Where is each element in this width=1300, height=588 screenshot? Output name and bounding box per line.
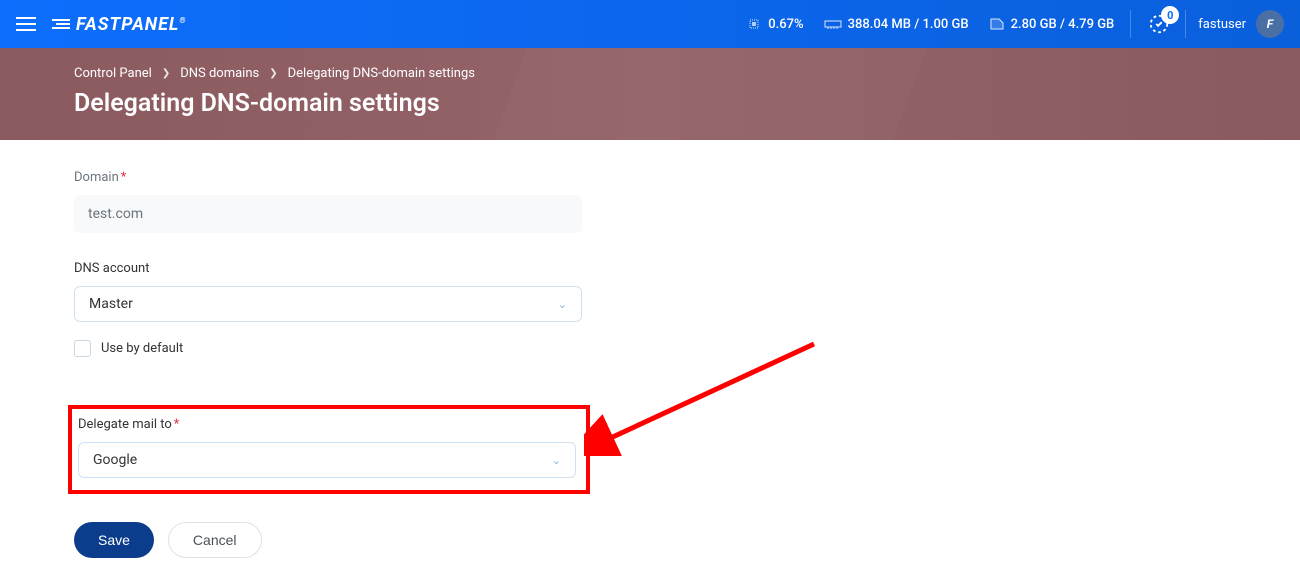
breadcrumb-control-panel[interactable]: Control Panel	[74, 66, 152, 81]
form-container: Domain* test.com DNS account Master ⌄ Us…	[0, 140, 660, 588]
menu-toggle-icon[interactable]	[16, 13, 36, 35]
cpu-stat[interactable]: 0.67%	[746, 16, 803, 32]
system-stats: 0.67% 388.04 MB / 1.00 GB 2.80 GB / 4.79…	[746, 16, 1114, 32]
disk-icon	[989, 17, 1005, 31]
dns-account-value: Master	[89, 296, 133, 312]
cpu-value: 0.67%	[768, 17, 803, 32]
top-bar: FASTPANEL® 0.67% 388.04 MB / 1.00 GB 2.8…	[0, 0, 1300, 48]
logo-icon	[52, 18, 70, 30]
logo[interactable]: FASTPANEL®	[52, 14, 187, 35]
logo-text: FASTPANEL®	[76, 14, 187, 35]
disk-value: 2.80 GB / 4.79 GB	[1011, 17, 1115, 32]
delegate-mail-select[interactable]: Google ⌄	[78, 442, 576, 478]
user-menu[interactable]: fastuser F	[1185, 10, 1284, 38]
page-header: Control Panel ❯ DNS domains ❯ Delegating…	[0, 48, 1300, 140]
chevron-down-icon: ⌄	[558, 298, 567, 311]
notifications-button[interactable]: 0	[1130, 10, 1173, 38]
save-button[interactable]: Save	[74, 522, 154, 558]
cpu-icon	[746, 16, 762, 32]
memory-icon	[824, 18, 842, 30]
delegate-mail-highlight: Delegate mail to* Google ⌄	[68, 405, 590, 494]
dns-account-select[interactable]: Master ⌄	[74, 286, 582, 322]
chevron-right-icon: ❯	[162, 68, 170, 79]
memory-stat[interactable]: 388.04 MB / 1.00 GB	[824, 17, 969, 32]
page-title: Delegating DNS-domain settings	[74, 89, 1226, 118]
delegate-mail-value: Google	[93, 452, 137, 468]
notif-badge: 0	[1161, 6, 1179, 24]
memory-value: 388.04 MB / 1.00 GB	[848, 17, 969, 32]
breadcrumb-current: Delegating DNS-domain settings	[288, 66, 475, 81]
breadcrumb-dns-domains[interactable]: DNS domains	[180, 66, 259, 81]
delegate-mail-label: Delegate mail to*	[78, 417, 580, 432]
dns-account-field-group: DNS account Master ⌄	[74, 261, 586, 322]
dns-account-label: DNS account	[74, 261, 586, 276]
chevron-down-icon: ⌄	[552, 454, 561, 467]
domain-field-group: Domain* test.com	[74, 170, 586, 233]
domain-input: test.com	[74, 195, 582, 233]
user-avatar-icon: F	[1256, 10, 1284, 38]
cancel-button[interactable]: Cancel	[168, 522, 262, 558]
use-default-checkbox[interactable]	[74, 340, 91, 357]
chevron-right-icon: ❯	[269, 68, 277, 79]
breadcrumb: Control Panel ❯ DNS domains ❯ Delegating…	[74, 66, 1226, 81]
use-default-row: Use by default	[74, 340, 586, 357]
disk-stat[interactable]: 2.80 GB / 4.79 GB	[989, 17, 1115, 32]
use-default-label: Use by default	[101, 341, 183, 356]
username: fastuser	[1198, 17, 1246, 32]
domain-label: Domain*	[74, 170, 586, 185]
button-row: Save Cancel	[74, 522, 586, 558]
